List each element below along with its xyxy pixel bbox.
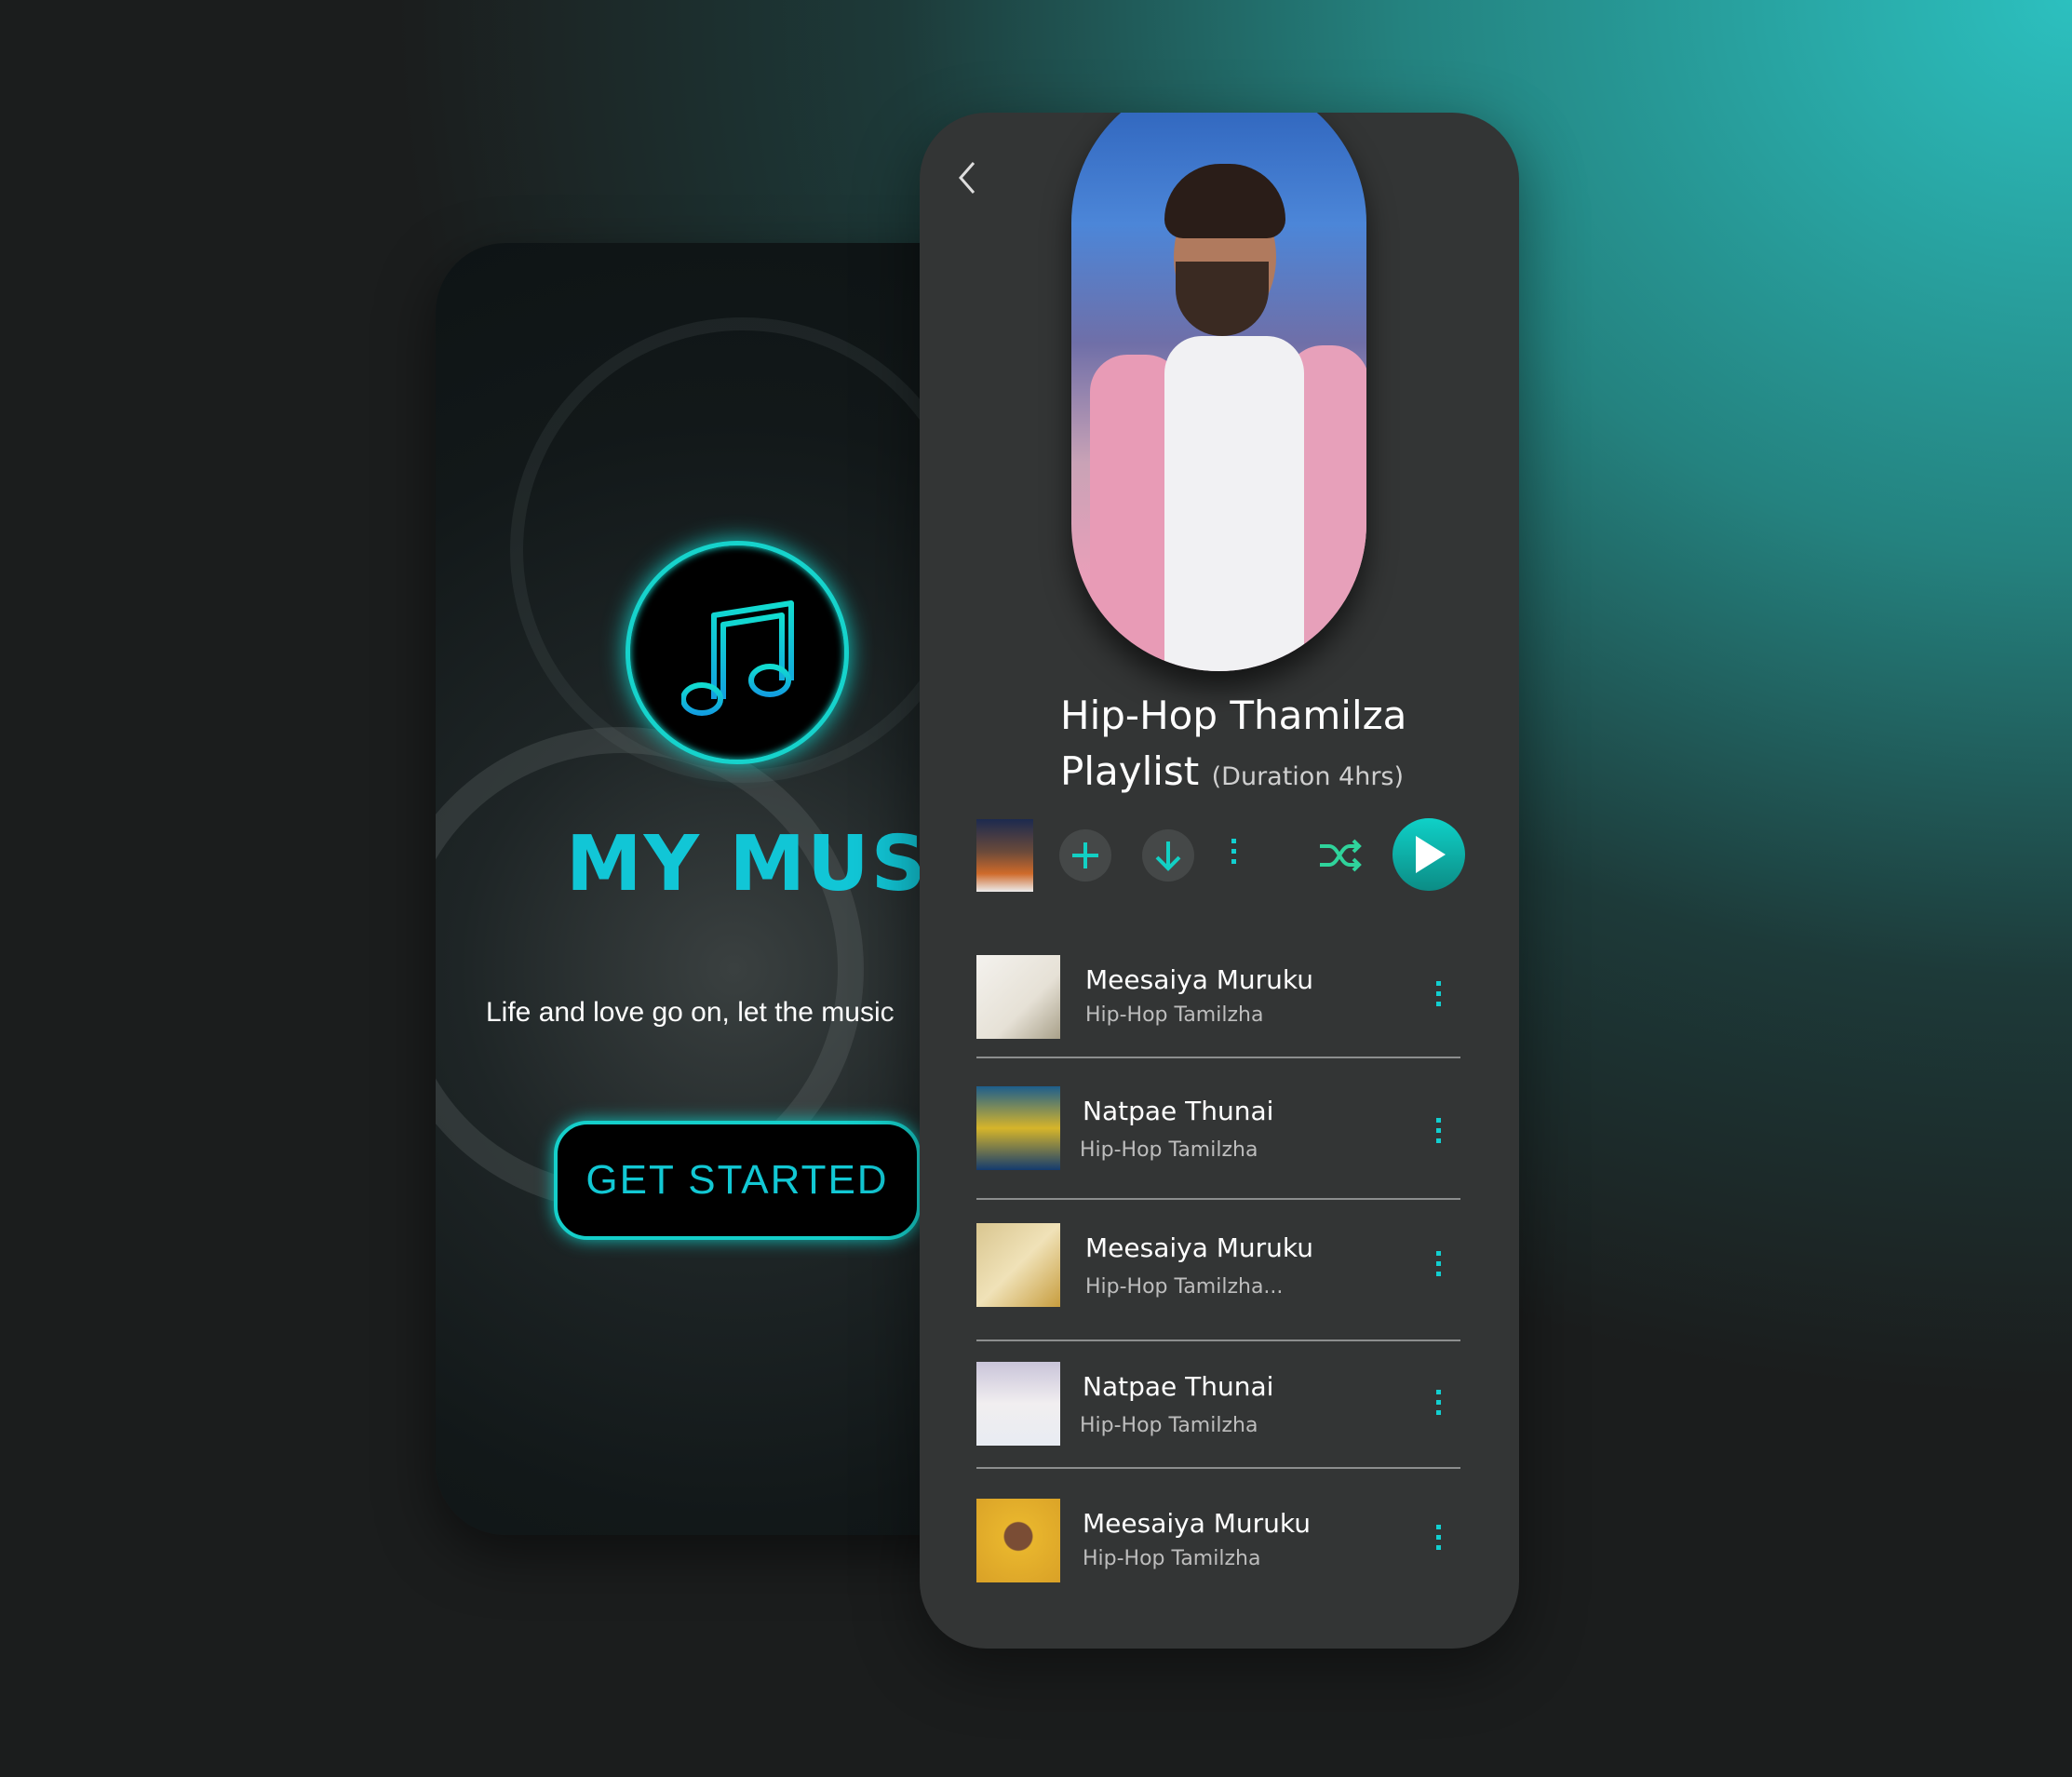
divider <box>976 1339 1460 1341</box>
track-title: Meesaiya Muruku <box>1083 1508 1312 1539</box>
track-row[interactable]: Meesaiya Muruku Hip-Hop Tamilzha <box>976 1499 1460 1601</box>
play-icon <box>1416 836 1446 873</box>
track-artwork <box>976 1223 1060 1307</box>
track-artist: Hip-Hop Tamilzha <box>1083 1547 1261 1570</box>
divider <box>976 1467 1460 1469</box>
track-title: Meesaiya Muruku <box>1085 964 1314 995</box>
track-more-button[interactable] <box>1434 1118 1442 1143</box>
track-artwork <box>976 1086 1060 1170</box>
app-logo <box>626 541 849 764</box>
more-options-button[interactable] <box>1230 839 1237 864</box>
track-more-button[interactable] <box>1434 1525 1442 1550</box>
divider <box>976 1057 1460 1058</box>
artist-thumbnail[interactable] <box>976 819 1033 892</box>
divider <box>976 1198 1460 1200</box>
shuffle-icon[interactable] <box>1318 837 1363 874</box>
playlist-screen: Hip-Hop Thamilza Playlist (Duration 4hrs… <box>920 113 1519 1649</box>
playlist-controls <box>920 818 1519 893</box>
track-artist: Hip-Hop Tamilzha <box>1080 1414 1258 1437</box>
welcome-screen: MY MUSIC Life and love go on, let the mu… <box>436 243 994 1535</box>
download-button[interactable] <box>1142 829 1194 882</box>
track-more-button[interactable] <box>1434 981 1442 1006</box>
track-row[interactable]: Natpae Thunai Hip-Hop Tamilzha <box>976 1086 1460 1189</box>
playlist-title: Hip-Hop Thamilza Playlist (Duration 4hrs… <box>1060 688 1406 805</box>
play-button[interactable] <box>1393 818 1465 891</box>
track-row[interactable]: Natpae Thunai Hip-Hop Tamilzha <box>976 1362 1460 1464</box>
track-artist: Hip-Hop Tamilzha... <box>1085 1275 1284 1299</box>
playlist-title-line2: Playlist <box>1060 748 1200 794</box>
playlist-duration: (Duration 4hrs) <box>1211 762 1405 791</box>
track-title: Natpae Thunai <box>1083 1371 1274 1402</box>
add-button[interactable] <box>1059 829 1111 882</box>
track-artwork <box>976 1362 1060 1446</box>
add-icon <box>1072 842 1098 868</box>
track-title: Natpae Thunai <box>1083 1096 1274 1126</box>
back-chevron-icon[interactable] <box>953 159 981 196</box>
track-artist: Hip-Hop Tamilzha <box>1085 1003 1264 1027</box>
track-more-button[interactable] <box>1434 1390 1442 1415</box>
track-title: Meesaiya Muruku <box>1085 1232 1314 1263</box>
track-more-button[interactable] <box>1434 1251 1442 1276</box>
get-started-button[interactable]: GET STARTED <box>554 1121 921 1240</box>
artist-photo <box>1071 113 1366 671</box>
tagline: Life and love go on, let the music <box>486 997 895 1028</box>
track-artwork <box>976 955 1060 1039</box>
track-row[interactable]: Meesaiya Muruku Hip-Hop Tamilzha <box>976 955 1460 1057</box>
track-artwork <box>976 1499 1060 1582</box>
download-icon <box>1155 841 1181 871</box>
track-row[interactable]: Meesaiya Muruku Hip-Hop Tamilzha... <box>976 1223 1460 1326</box>
playlist-title-line1: Hip-Hop Thamilza <box>1060 693 1407 738</box>
track-artist: Hip-Hop Tamilzha <box>1080 1138 1258 1162</box>
music-note-icon <box>681 600 794 716</box>
